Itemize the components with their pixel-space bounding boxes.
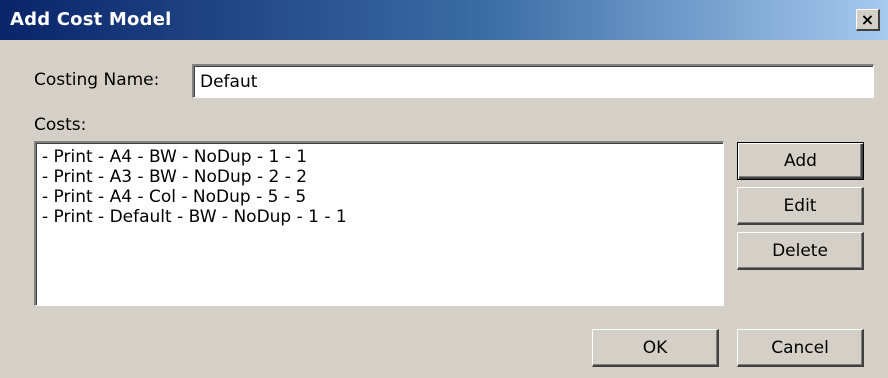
edit-button[interactable]: Edit: [737, 187, 864, 225]
close-icon: ×: [860, 9, 875, 29]
delete-button[interactable]: Delete: [737, 232, 864, 270]
add-button[interactable]: Add: [737, 142, 864, 180]
close-button[interactable]: ×: [856, 9, 880, 31]
costs-label: Costs:: [34, 115, 87, 135]
add-cost-model-dialog: Add Cost Model × Costing Name: Costs: - …: [0, 0, 888, 378]
costing-name-input[interactable]: [192, 64, 874, 98]
ok-button[interactable]: OK: [592, 329, 719, 367]
costs-list[interactable]: - Print - A4 - BW - NoDup - 1 - 1 - Prin…: [34, 141, 724, 306]
window-title: Add Cost Model: [10, 9, 172, 30]
costing-name-label: Costing Name:: [34, 70, 160, 90]
list-item[interactable]: - Print - A4 - Col - NoDup - 5 - 5: [42, 187, 717, 207]
list-item[interactable]: - Print - Default - BW - NoDup - 1 - 1: [42, 207, 717, 227]
list-item[interactable]: - Print - A3 - BW - NoDup - 2 - 2: [42, 167, 717, 187]
title-bar[interactable]: Add Cost Model ×: [0, 0, 888, 40]
list-item[interactable]: - Print - A4 - BW - NoDup - 1 - 1: [42, 147, 717, 167]
cancel-button[interactable]: Cancel: [737, 329, 864, 367]
